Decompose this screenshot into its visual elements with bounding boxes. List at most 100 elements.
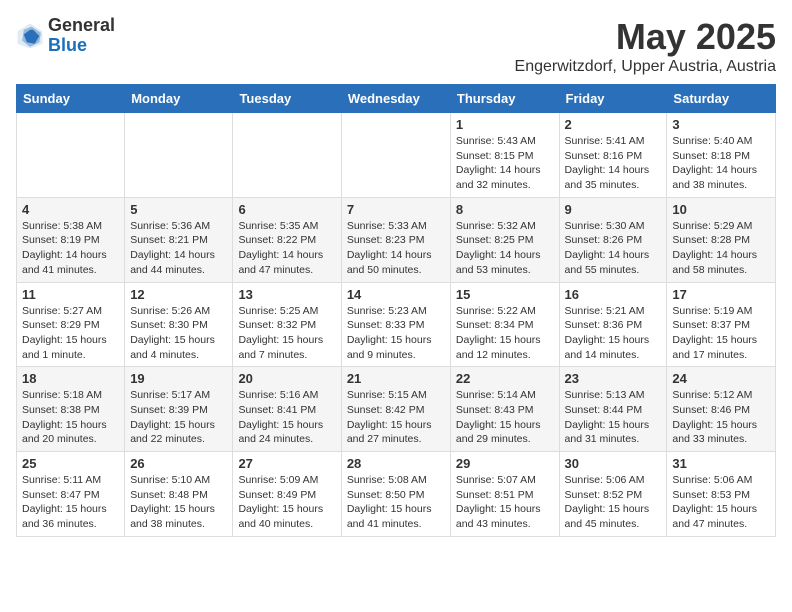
day-info: Sunrise: 5:29 AM Sunset: 8:28 PM Dayligh… — [672, 219, 770, 278]
day-info: Sunrise: 5:23 AM Sunset: 8:33 PM Dayligh… — [347, 304, 445, 363]
day-info: Sunrise: 5:25 AM Sunset: 8:32 PM Dayligh… — [238, 304, 335, 363]
day-info: Sunrise: 5:22 AM Sunset: 8:34 PM Dayligh… — [456, 304, 554, 363]
logo-general-text: General — [48, 15, 115, 35]
day-number: 31 — [672, 456, 770, 471]
calendar-cell: 9Sunrise: 5:30 AM Sunset: 8:26 PM Daylig… — [559, 197, 667, 282]
day-number: 15 — [456, 287, 554, 302]
calendar-cell: 25 Sunrise: 5:11 AM Sunset: 8:47 PM Dayli… — [17, 452, 125, 537]
day-number: 3 — [672, 117, 770, 132]
title-block: May 2025 Engerwitzdorf, Upper Austria, A… — [515, 16, 776, 76]
calendar-cell: 4Sunrise: 5:38 AM Sunset: 8:19 PM Daylig… — [17, 197, 125, 282]
page-header: General Blue May 2025 Engerwitzdorf, Upp… — [16, 16, 776, 76]
day-number: 2 — [565, 117, 662, 132]
day-number: 19 — [130, 371, 227, 386]
calendar-cell: 3 Sunrise: 5:40 AM Sunset: 8:18 PM Daylig… — [667, 113, 776, 198]
logo-blue-text: Blue — [48, 35, 87, 55]
weekday-header-friday: Friday — [559, 85, 667, 113]
calendar-cell: 18 Sunrise: 5:18 AM Sunset: 8:38 PM Dayli… — [17, 367, 125, 452]
calendar-cell: 11 Sunrise: 5:27 AM Sunset: 8:29 PM Dayli… — [17, 282, 125, 367]
calendar-cell: 10 Sunrise: 5:29 AM Sunset: 8:28 PM Dayli… — [667, 197, 776, 282]
calendar-cell: 21Sunrise: 5:15 AM Sunset: 8:42 PM Dayli… — [341, 367, 450, 452]
day-number: 14 — [347, 287, 445, 302]
calendar-cell — [125, 113, 233, 198]
day-info: Sunrise: 5:27 AM Sunset: 8:29 PM Dayligh… — [22, 304, 119, 363]
day-number: 25 — [22, 456, 119, 471]
calendar-cell: 12 Sunrise: 5:26 AM Sunset: 8:30 PM Dayli… — [125, 282, 233, 367]
month-title: May 2025 — [515, 16, 776, 58]
calendar-cell: 20Sunrise: 5:16 AM Sunset: 8:41 PM Dayli… — [233, 367, 341, 452]
day-info: Sunrise: 5:26 AM Sunset: 8:30 PM Dayligh… — [130, 304, 227, 363]
calendar-cell — [17, 113, 125, 198]
day-number: 12 — [130, 287, 227, 302]
day-info: Sunrise: 5:16 AM Sunset: 8:41 PM Dayligh… — [238, 388, 335, 447]
weekday-header-saturday: Saturday — [667, 85, 776, 113]
calendar-cell: 27Sunrise: 5:09 AM Sunset: 8:49 PM Dayli… — [233, 452, 341, 537]
calendar-cell: 8Sunrise: 5:32 AM Sunset: 8:25 PM Daylig… — [450, 197, 559, 282]
day-info: Sunrise: 5:18 AM Sunset: 8:38 PM Dayligh… — [22, 388, 119, 447]
day-number: 17 — [672, 287, 770, 302]
day-info: Sunrise: 5:41 AM Sunset: 8:16 PM Dayligh… — [565, 134, 662, 193]
calendar-cell: 14 Sunrise: 5:23 AM Sunset: 8:33 PM Dayli… — [341, 282, 450, 367]
day-info: Sunrise: 5:06 AM Sunset: 8:52 PM Dayligh… — [565, 473, 662, 532]
day-info: Sunrise: 5:21 AM Sunset: 8:36 PM Dayligh… — [565, 304, 662, 363]
day-info: Sunrise: 5:38 AM Sunset: 8:19 PM Dayligh… — [22, 219, 119, 278]
calendar-cell — [233, 113, 341, 198]
weekday-header-wednesday: Wednesday — [341, 85, 450, 113]
calendar-cell: 28Sunrise: 5:08 AM Sunset: 8:50 PM Dayli… — [341, 452, 450, 537]
day-number: 26 — [130, 456, 227, 471]
logo-icon — [16, 22, 44, 50]
day-number: 5 — [130, 202, 227, 217]
calendar-cell: 15 Sunrise: 5:22 AM Sunset: 8:34 PM Dayli… — [450, 282, 559, 367]
day-info: Sunrise: 5:35 AM Sunset: 8:22 PM Dayligh… — [238, 219, 335, 278]
calendar-cell: 17 Sunrise: 5:19 AM Sunset: 8:37 PM Dayli… — [667, 282, 776, 367]
day-number: 11 — [22, 287, 119, 302]
day-info: Sunrise: 5:11 AM Sunset: 8:47 PM Dayligh… — [22, 473, 119, 532]
day-info: Sunrise: 5:14 AM Sunset: 8:43 PM Dayligh… — [456, 388, 554, 447]
day-info: Sunrise: 5:43 AM Sunset: 8:15 PM Dayligh… — [456, 134, 554, 193]
day-info: Sunrise: 5:08 AM Sunset: 8:50 PM Dayligh… — [347, 473, 445, 532]
logo: General Blue — [16, 16, 115, 56]
weekday-header-sunday: Sunday — [17, 85, 125, 113]
day-number: 30 — [565, 456, 662, 471]
day-number: 9 — [565, 202, 662, 217]
calendar-cell: 7Sunrise: 5:33 AM Sunset: 8:23 PM Daylig… — [341, 197, 450, 282]
calendar-week-4: 18 Sunrise: 5:18 AM Sunset: 8:38 PM Dayli… — [17, 367, 776, 452]
calendar-cell — [341, 113, 450, 198]
day-info: Sunrise: 5:19 AM Sunset: 8:37 PM Dayligh… — [672, 304, 770, 363]
day-number: 16 — [565, 287, 662, 302]
day-info: Sunrise: 5:13 AM Sunset: 8:44 PM Dayligh… — [565, 388, 662, 447]
calendar-cell: 31 Sunrise: 5:06 AM Sunset: 8:53 PM Dayli… — [667, 452, 776, 537]
calendar-cell: 29Sunrise: 5:07 AM Sunset: 8:51 PM Dayli… — [450, 452, 559, 537]
day-number: 21 — [347, 371, 445, 386]
calendar-header-row: SundayMondayTuesdayWednesdayThursdayFrid… — [17, 85, 776, 113]
calendar-cell: 13 Sunrise: 5:25 AM Sunset: 8:32 PM Dayli… — [233, 282, 341, 367]
day-number: 18 — [22, 371, 119, 386]
calendar-week-5: 25 Sunrise: 5:11 AM Sunset: 8:47 PM Dayli… — [17, 452, 776, 537]
calendar-week-1: 1 Sunrise: 5:43 AM Sunset: 8:15 PM Daylig… — [17, 113, 776, 198]
calendar-cell: 23 Sunrise: 5:13 AM Sunset: 8:44 PM Dayli… — [559, 367, 667, 452]
day-info: Sunrise: 5:40 AM Sunset: 8:18 PM Dayligh… — [672, 134, 770, 193]
calendar-table: SundayMondayTuesdayWednesdayThursdayFrid… — [16, 84, 776, 537]
day-info: Sunrise: 5:33 AM Sunset: 8:23 PM Dayligh… — [347, 219, 445, 278]
day-number: 23 — [565, 371, 662, 386]
day-number: 13 — [238, 287, 335, 302]
calendar-cell: 26Sunrise: 5:10 AM Sunset: 8:48 PM Dayli… — [125, 452, 233, 537]
day-info: Sunrise: 5:06 AM Sunset: 8:53 PM Dayligh… — [672, 473, 770, 532]
calendar-week-2: 4Sunrise: 5:38 AM Sunset: 8:19 PM Daylig… — [17, 197, 776, 282]
calendar-cell: 16 Sunrise: 5:21 AM Sunset: 8:36 PM Dayli… — [559, 282, 667, 367]
calendar-cell: 19Sunrise: 5:17 AM Sunset: 8:39 PM Dayli… — [125, 367, 233, 452]
day-number: 10 — [672, 202, 770, 217]
day-number: 27 — [238, 456, 335, 471]
weekday-header-tuesday: Tuesday — [233, 85, 341, 113]
calendar-cell: 5 Sunrise: 5:36 AM Sunset: 8:21 PM Daylig… — [125, 197, 233, 282]
day-number: 1 — [456, 117, 554, 132]
weekday-header-monday: Monday — [125, 85, 233, 113]
calendar-cell: 24Sunrise: 5:12 AM Sunset: 8:46 PM Dayli… — [667, 367, 776, 452]
day-info: Sunrise: 5:36 AM Sunset: 8:21 PM Dayligh… — [130, 219, 227, 278]
calendar-cell: 6 Sunrise: 5:35 AM Sunset: 8:22 PM Daylig… — [233, 197, 341, 282]
calendar-cell: 1 Sunrise: 5:43 AM Sunset: 8:15 PM Daylig… — [450, 113, 559, 198]
day-number: 6 — [238, 202, 335, 217]
calendar-cell: 30 Sunrise: 5:06 AM Sunset: 8:52 PM Dayli… — [559, 452, 667, 537]
calendar-cell: 2 Sunrise: 5:41 AM Sunset: 8:16 PM Daylig… — [559, 113, 667, 198]
weekday-header-thursday: Thursday — [450, 85, 559, 113]
